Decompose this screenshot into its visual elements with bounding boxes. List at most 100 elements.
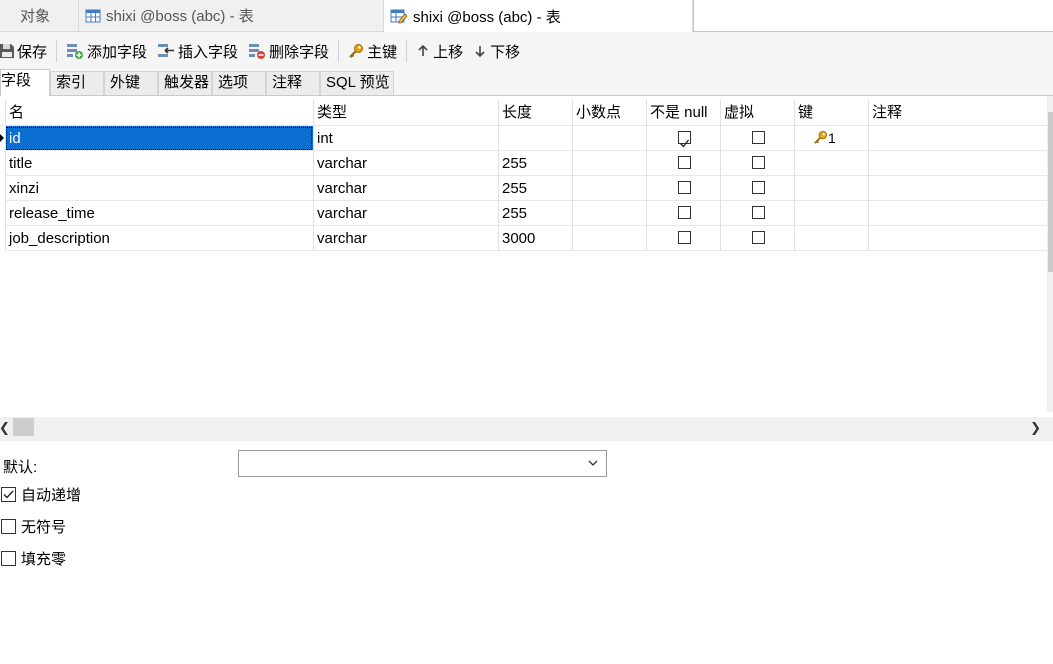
chevron-left-icon[interactable]: ❮	[0, 420, 10, 436]
cell-length[interactable]: 255	[498, 176, 572, 201]
horizontal-scrollbar[interactable]: ❮ ❯	[0, 417, 1053, 441]
add-field-button[interactable]: 添加字段	[61, 36, 152, 66]
tab-table-2[interactable]: shixi @boss (abc) - 表	[384, 0, 693, 32]
cell-name[interactable]: xinzi	[5, 176, 313, 201]
insert-field-button[interactable]: 插入字段	[152, 36, 243, 66]
vertical-scrollbar[interactable]	[1047, 96, 1053, 412]
cell-name[interactable]: job_description	[5, 226, 313, 251]
tab-options[interactable]: 选项	[212, 71, 266, 95]
cell-not-null[interactable]	[646, 176, 720, 201]
column-header-name[interactable]: 名	[5, 100, 313, 125]
cell-virtual[interactable]	[720, 151, 794, 176]
cell-key[interactable]	[794, 226, 868, 251]
tab-objects[interactable]: 对象	[0, 0, 79, 32]
not-null-checkbox[interactable]	[678, 181, 691, 194]
unsigned-option[interactable]: 无符号	[1, 516, 66, 537]
tab-foreign-keys[interactable]: 外键	[104, 71, 158, 95]
tab-table-1[interactable]: shixi @boss (abc) - 表	[79, 0, 384, 32]
cell-key[interactable]: 1	[794, 126, 868, 151]
table-icon	[85, 9, 101, 22]
tab-fields[interactable]: 字段	[0, 69, 50, 96]
key-icon	[814, 130, 828, 144]
not-null-checkbox[interactable]	[678, 231, 691, 244]
vertical-scrollbar-thumb[interactable]	[1048, 112, 1053, 272]
column-header-comment[interactable]: 注释	[868, 100, 1047, 125]
table-row[interactable]: xinzi varchar 255	[0, 176, 1047, 201]
cell-decimals[interactable]	[572, 126, 646, 151]
cell-decimals[interactable]	[572, 201, 646, 226]
column-header-virtual[interactable]: 虚拟	[720, 100, 794, 125]
cell-type[interactable]: varchar	[313, 151, 498, 176]
cell-not-null[interactable]	[646, 201, 720, 226]
tab-indexes[interactable]: 索引	[50, 71, 104, 95]
cell-type[interactable]: int	[313, 126, 498, 151]
designer-subtabs: 字段 索引 外键 触发器 选项 注释 SQL 预览	[0, 69, 1053, 96]
table-row[interactable]: title varchar 255	[0, 151, 1047, 176]
tab-triggers[interactable]: 触发器	[158, 71, 212, 95]
primary-key-button[interactable]: 主键	[343, 36, 402, 66]
cell-key[interactable]	[794, 176, 868, 201]
cell-key[interactable]	[794, 151, 868, 176]
cell-length[interactable]: 3000	[498, 226, 572, 251]
cell-type[interactable]: varchar	[313, 226, 498, 251]
horizontal-scrollbar-thumb[interactable]	[13, 418, 34, 436]
cell-virtual[interactable]	[720, 201, 794, 226]
cell-key[interactable]	[794, 201, 868, 226]
cell-not-null[interactable]	[646, 126, 720, 151]
not-null-checkbox[interactable]	[678, 206, 691, 219]
auto-increment-option[interactable]: 自动递增	[1, 484, 81, 505]
cell-virtual[interactable]	[720, 126, 794, 151]
table-row[interactable]: id int 1	[0, 126, 1047, 151]
checkmark-icon	[3, 490, 14, 499]
chevron-right-icon[interactable]: ❯	[1030, 420, 1041, 436]
cell-length[interactable]	[498, 126, 572, 151]
column-header-length[interactable]: 长度	[498, 100, 572, 125]
save-label: 保存	[17, 43, 48, 61]
key-icon	[349, 44, 364, 58]
virtual-checkbox[interactable]	[752, 131, 765, 144]
cell-length[interactable]: 255	[498, 201, 572, 226]
cell-length[interactable]: 255	[498, 151, 572, 176]
not-null-checkbox[interactable]	[678, 131, 691, 148]
tab-sql-preview[interactable]: SQL 预览	[320, 71, 394, 95]
cell-name[interactable]: release_time	[5, 201, 313, 226]
cell-decimals[interactable]	[572, 151, 646, 176]
cell-name[interactable]: id	[5, 126, 313, 151]
cell-virtual[interactable]	[720, 226, 794, 251]
cell-decimals[interactable]	[572, 226, 646, 251]
virtual-checkbox[interactable]	[752, 206, 765, 219]
cell-not-null[interactable]	[646, 226, 720, 251]
current-row-indicator-icon	[0, 134, 4, 142]
cell-comment[interactable]	[868, 201, 1047, 226]
default-value-select[interactable]	[238, 450, 607, 477]
move-down-button[interactable]: 下移	[468, 36, 525, 66]
cell-comment[interactable]	[868, 176, 1047, 201]
table-row[interactable]: job_description varchar 3000	[0, 226, 1047, 251]
virtual-checkbox[interactable]	[752, 181, 765, 194]
column-header-type[interactable]: 类型	[313, 100, 498, 125]
not-null-checkbox[interactable]	[678, 156, 691, 169]
move-up-button[interactable]: 上移	[411, 36, 468, 66]
column-header-key[interactable]: 键	[794, 100, 868, 125]
column-header-not-null[interactable]: 不是 null	[646, 100, 720, 125]
delete-field-button[interactable]: 删除字段	[243, 36, 334, 66]
auto-increment-checkbox[interactable]	[1, 487, 16, 502]
cell-type[interactable]: varchar	[313, 201, 498, 226]
zerofill-checkbox[interactable]	[1, 551, 16, 566]
unsigned-checkbox[interactable]	[1, 519, 16, 534]
cell-comment[interactable]	[868, 151, 1047, 176]
tab-comment[interactable]: 注释	[266, 71, 320, 95]
cell-name[interactable]: title	[5, 151, 313, 176]
virtual-checkbox[interactable]	[752, 156, 765, 169]
cell-comment[interactable]	[868, 226, 1047, 251]
column-header-decimals[interactable]: 小数点	[572, 100, 646, 125]
zerofill-option[interactable]: 填充零	[1, 548, 66, 569]
save-button[interactable]: 保存	[0, 36, 52, 66]
cell-type[interactable]: varchar	[313, 176, 498, 201]
table-row[interactable]: release_time varchar 255	[0, 201, 1047, 226]
cell-decimals[interactable]	[572, 176, 646, 201]
cell-not-null[interactable]	[646, 151, 720, 176]
cell-virtual[interactable]	[720, 176, 794, 201]
cell-comment[interactable]	[868, 126, 1047, 151]
virtual-checkbox[interactable]	[752, 231, 765, 244]
